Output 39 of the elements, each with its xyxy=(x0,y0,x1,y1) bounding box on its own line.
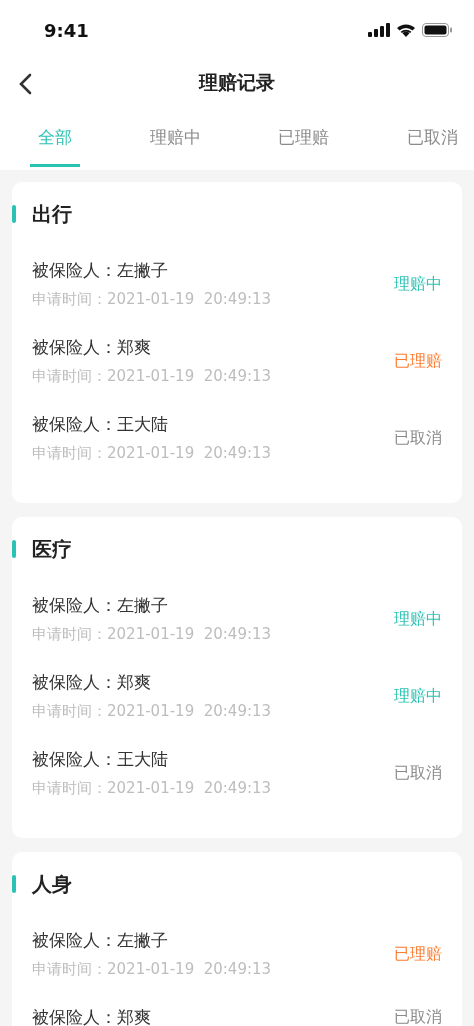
tab[interactable]: 已取消 xyxy=(398,106,466,167)
insured-name: 被保险人：郑爽 xyxy=(32,671,152,694)
tab[interactable]: 理赔中 xyxy=(141,106,209,167)
claim-status: 理赔中 xyxy=(394,685,442,707)
wifi-icon xyxy=(396,23,416,37)
apply-time: 申请时间：2021-01-19 20:49:13 xyxy=(32,701,272,722)
page-title: 理赔记录 xyxy=(199,70,275,95)
apply-time: 申请时间：2021-01-19 20:49:13 xyxy=(32,778,272,799)
battery-icon xyxy=(422,23,452,37)
insured-name: 被保险人：左撇子 xyxy=(32,929,169,952)
accent-bar xyxy=(12,875,16,893)
apply-time: 申请时间：2021-01-19 20:49:13 xyxy=(32,443,272,464)
insured-name: 被保险人：王大陆 xyxy=(32,748,169,771)
claim-status: 理赔中 xyxy=(394,273,442,295)
apply-time: 申请时间：2021-01-19 20:49:13 xyxy=(32,289,272,310)
insured-name: 被保险人：左撇子 xyxy=(32,594,169,617)
claim-status: 已取消 xyxy=(394,1006,442,1026)
apply-time: 申请时间：2021-01-19 20:49:13 xyxy=(32,959,272,980)
claim-status: 理赔中 xyxy=(394,608,442,630)
apply-time: 申请时间：2021-01-19 20:49:13 xyxy=(32,366,272,387)
tab[interactable]: 全部 xyxy=(30,106,80,167)
group-title: 人身 xyxy=(32,870,72,898)
claim-status: 已理赔 xyxy=(394,943,442,965)
insured-name: 被保险人：郑爽 xyxy=(32,1006,151,1026)
status-time: 9:41 xyxy=(44,19,89,41)
accent-bar xyxy=(12,205,16,223)
claim-status: 已取消 xyxy=(394,427,442,449)
accent-bar xyxy=(12,540,16,558)
tab[interactable]: 已理赔 xyxy=(270,106,338,167)
signal-icon xyxy=(368,23,390,37)
insured-name: 被保险人：左撇子 xyxy=(32,259,169,282)
claim-status: 已取消 xyxy=(394,762,442,784)
insured-name: 被保险人：郑爽 xyxy=(32,336,152,359)
apply-time: 申请时间：2021-01-19 20:49:13 xyxy=(32,624,272,645)
insured-name: 被保险人：王大陆 xyxy=(32,413,169,436)
back-icon xyxy=(18,73,32,95)
group-title: 出行 xyxy=(32,200,72,228)
claim-status: 已理赔 xyxy=(394,350,442,372)
group-title: 医疗 xyxy=(32,535,72,563)
